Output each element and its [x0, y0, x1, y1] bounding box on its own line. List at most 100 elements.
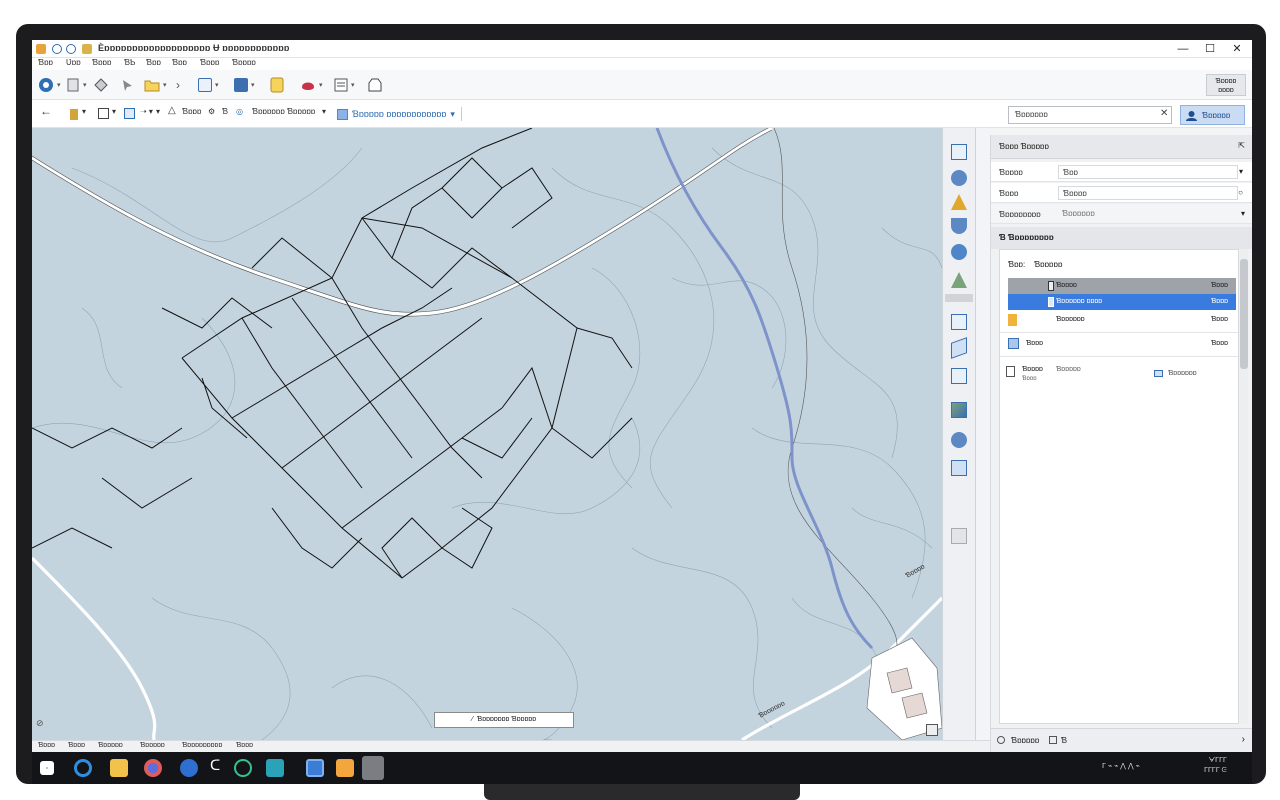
- layer-row-selected[interactable]: Ɓɒɒɒɒɒɒ ɒɒɒɒ Ɓɒɒɒ: [1008, 294, 1236, 310]
- status-item[interactable]: Ɓɒɒɒ: [236, 742, 253, 749]
- app-icon-teal[interactable]: [266, 759, 284, 777]
- folder-icon[interactable]: [82, 44, 92, 54]
- strip-3d-icon[interactable]: [951, 432, 967, 448]
- search-input[interactable]: Ɓɒɒɒɒɒɒ: [1008, 106, 1172, 124]
- account-button[interactable]: Ɓɒɒɒɒ ɒɒɒɒ: [1206, 74, 1246, 96]
- app-icon-orange[interactable]: [336, 759, 354, 777]
- map-corner-widget[interactable]: [926, 724, 938, 736]
- chevron-down-icon: ▾: [319, 82, 323, 89]
- ribbon-table[interactable]: ▾: [198, 76, 219, 94]
- status-item[interactable]: Ɓɒɒɒɒɒ: [140, 742, 165, 749]
- status-item[interactable]: Ɓɒɒɒ: [38, 742, 55, 749]
- menu-help[interactable]: Ɓɒɒɒɒ: [232, 58, 256, 67]
- strip-globe-icon[interactable]: [951, 170, 967, 186]
- property-row[interactable]: Ɓɒɒɒ Ɓɒɒɒɒ ○: [991, 183, 1252, 203]
- chevron-right-icon[interactable]: ›: [1242, 734, 1245, 745]
- search-icon[interactable]: ○: [1238, 188, 1243, 197]
- maximize-button[interactable]: ☐: [1197, 41, 1223, 57]
- menu-view[interactable]: Ʋɒɒ: [66, 58, 81, 67]
- menu-window[interactable]: Ɓɒɒɒ: [200, 58, 219, 67]
- clear-search-icon[interactable]: ✕: [1160, 108, 1168, 119]
- property-row[interactable]: Ɓɒɒɒɒ Ɓɒɒ ▾: [991, 162, 1252, 182]
- chevron-down-icon: ▾: [83, 82, 87, 89]
- strip-warning-icon[interactable]: [951, 194, 967, 210]
- status-item[interactable]: Ɓɒɒɒɒɒ: [98, 742, 123, 749]
- start-icon[interactable]: [40, 761, 54, 775]
- layer-checkbox[interactable]: [1008, 338, 1019, 349]
- layer-row[interactable]: Ɓɒɒɒ Ɓɒɒɒ: [1008, 336, 1236, 352]
- strip-ruler-icon[interactable]: [951, 337, 967, 359]
- system-tray[interactable]: ᒥ ⌁ ⌁ ⋀ ⋀ ⌁: [1102, 762, 1140, 770]
- file-explorer-icon[interactable]: [110, 759, 128, 777]
- status-item[interactable]: Ɓɒɒɒɒɒɒɒɒɒ: [182, 742, 222, 749]
- pencil-icon[interactable]: △: [168, 105, 176, 116]
- close-button[interactable]: ✕: [1224, 41, 1250, 57]
- strip-basemap-icon[interactable]: [951, 402, 967, 418]
- menu-edit[interactable]: Ɓɒɒɒ: [92, 58, 111, 67]
- globe-icon[interactable]: ◎: [236, 107, 243, 116]
- app-icon-c[interactable]: ᑕ: [210, 757, 228, 775]
- clock[interactable]: ᗄᒥᒥᒥ ᒥᒥᒥᒥ ᕮ: [1204, 756, 1227, 776]
- property-value[interactable]: Ɓɒɒɒɒ: [1058, 186, 1238, 200]
- info-icon[interactable]: [997, 736, 1005, 744]
- pin-icon[interactable]: ⇱: [1238, 141, 1245, 150]
- grid-icon[interactable]: [124, 108, 135, 119]
- footer-mid-label[interactable]: Ɓ: [1061, 736, 1067, 745]
- menu-map[interactable]: ƁƄ: [124, 58, 135, 67]
- map-scale-bar[interactable]: ⁄ Ɓɒɒɒɒɒɒɒ Ɓɒɒɒɒɒ: [434, 712, 574, 728]
- arrow-icon[interactable]: ➝ ▾: [140, 107, 153, 116]
- strip-calendar-icon[interactable]: [951, 144, 967, 160]
- toolbar-item-f[interactable]: Ɓ: [222, 107, 228, 116]
- app-icon-pen[interactable]: [362, 756, 384, 780]
- ribbon-attributes[interactable]: ▾: [334, 76, 355, 94]
- ribbon-pan[interactable]: [94, 76, 108, 94]
- marker-icon[interactable]: [70, 109, 78, 120]
- scrollbar-thumb[interactable]: [1240, 259, 1248, 369]
- section-header[interactable]: Ɓ Ɓɒɒɒɒɒɒɒɒ: [991, 227, 1252, 249]
- sign-in-button[interactable]: Ɓɒɒɒɒɒ: [1180, 105, 1245, 125]
- layer-row[interactable]: Ɓɒɒɒɒɒɒ Ɓɒɒɒ: [1008, 312, 1236, 328]
- ribbon-open[interactable]: ▾: [66, 76, 87, 94]
- browser-icon[interactable]: [74, 759, 92, 777]
- ribbon-layout[interactable]: ▾: [234, 76, 255, 94]
- status-item[interactable]: Ɓɒɒɒ: [68, 742, 85, 749]
- menu-data[interactable]: Ɓɒɒ: [172, 58, 187, 67]
- ribbon-shape[interactable]: [368, 76, 382, 94]
- lock-icon[interactable]: [1049, 736, 1057, 744]
- frame-icon[interactable]: [98, 108, 109, 119]
- menu-file[interactable]: Ɓɒɒ: [38, 58, 53, 67]
- toolbar-item-edit[interactable]: Ɓɒɒɒ: [182, 107, 201, 116]
- chrome-icon[interactable]: [144, 759, 162, 777]
- selected-layer-dropdown[interactable]: Ɓɒɒɒɒɒ ɒɒɒɒɒɒɒɒɒɒɒɒ ▾: [337, 107, 462, 121]
- menu-tools[interactable]: Ɓɒɒ: [146, 58, 161, 67]
- gis-icon[interactable]: [52, 44, 62, 54]
- strip-frame-icon[interactable]: [951, 314, 967, 330]
- extra-item[interactable]: Ɓɒɒɒɒ Ɓɒɒɒ Ɓɒɒɒɒɒ Ɓɒɒɒɒɒɒ: [1006, 364, 1234, 388]
- strip-shield-icon[interactable]: [951, 218, 967, 234]
- property-value[interactable]: Ɓɒɒ: [1058, 165, 1238, 179]
- minimize-button[interactable]: —: [1170, 41, 1196, 57]
- ribbon-add-data[interactable]: ▾: [144, 76, 167, 94]
- toolbar-item-search-extent[interactable]: Ɓɒɒɒɒɒɒ Ɓɒɒɒɒɒ: [252, 107, 315, 116]
- strip-table-icon[interactable]: [951, 460, 967, 476]
- ribbon-new[interactable]: ▾: [38, 76, 61, 94]
- back-arrow-icon[interactable]: ←: [40, 104, 52, 118]
- strip-terrain-icon[interactable]: [951, 272, 967, 288]
- edge-icon[interactable]: [180, 759, 198, 777]
- refresh-icon[interactable]: [66, 44, 76, 54]
- ribbon-bookmark[interactable]: [270, 76, 284, 94]
- ribbon-forward[interactable]: ›: [176, 76, 180, 94]
- strip-location-icon[interactable]: [951, 244, 967, 260]
- gear-icon[interactable]: ⚙: [208, 107, 215, 116]
- ribbon-symbology[interactable]: ▾: [300, 76, 323, 94]
- layer-row[interactable]: Ɓɒɒɒɒ Ɓɒɒɒ: [1008, 278, 1236, 294]
- app-icon-green[interactable]: [234, 759, 252, 777]
- strip-page-icon[interactable]: [951, 368, 967, 384]
- strip-empty-slot[interactable]: [951, 528, 967, 544]
- map-canvas[interactable]: Ɓɒɒɒɒɒɒ Ɓɒɒɒɒ: [32, 128, 942, 740]
- ribbon-select[interactable]: [120, 76, 134, 94]
- property-value[interactable]: Ɓɒɒɒɒɒɒ: [1058, 207, 1238, 221]
- property-row[interactable]: Ɓɒɒɒɒɒɒɒɒ Ɓɒɒɒɒɒɒ ▾: [991, 204, 1252, 224]
- gis-app-icon-active[interactable]: [306, 759, 324, 777]
- footer-left-label[interactable]: Ɓɒɒɒɒɒ: [1011, 736, 1039, 745]
